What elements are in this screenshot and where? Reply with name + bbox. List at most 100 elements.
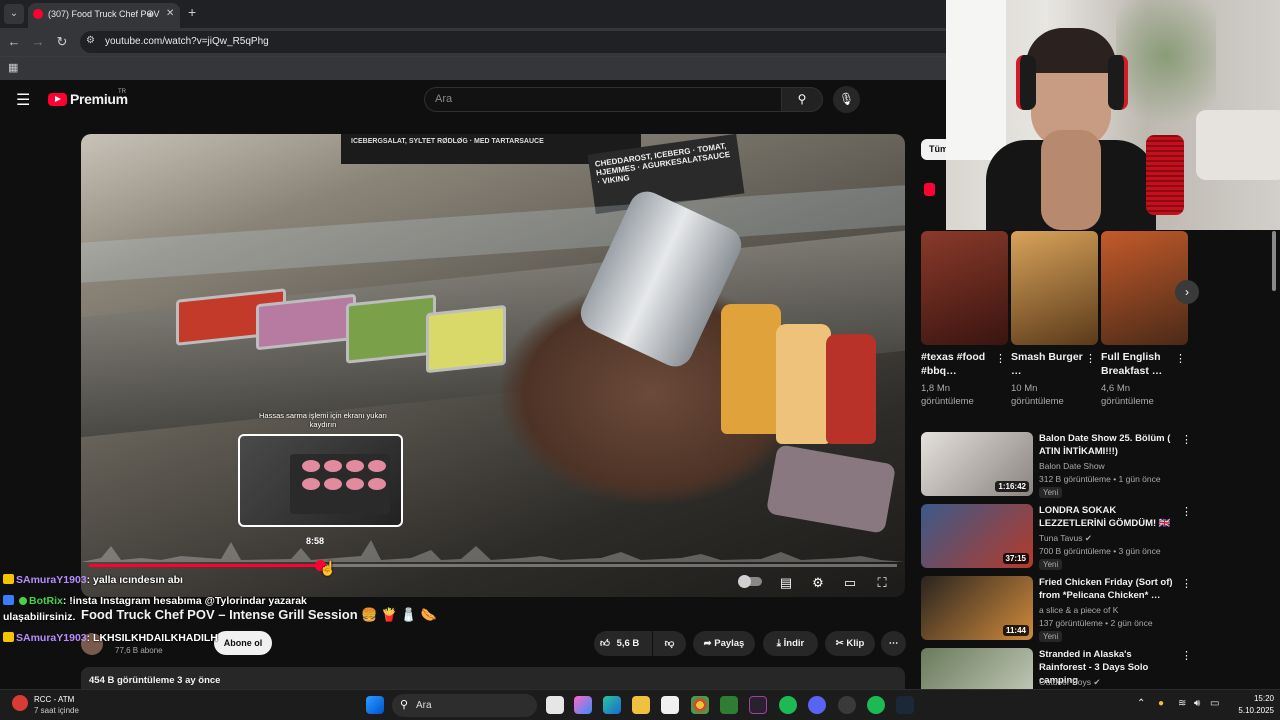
battery-icon[interactable]: ▭	[1210, 698, 1219, 709]
search-input[interactable]: Ara	[424, 87, 782, 112]
store-icon[interactable]	[661, 696, 679, 714]
site-info-icon[interactable]: ⚙	[86, 35, 95, 46]
edge-icon[interactable]	[603, 696, 621, 714]
recommended-video[interactable]: 11:44 Fried Chicken Friday (Sort of) fro…	[921, 576, 1192, 642]
share-button[interactable]: ➦ Paylaş	[693, 631, 755, 656]
chat-username: SAmuraY1903	[16, 574, 87, 586]
more-vertical-icon[interactable]: ⋮	[1175, 352, 1186, 365]
microphone-icon: 🎙︎	[838, 92, 855, 106]
short-views-unit: görüntüleme	[1011, 396, 1064, 407]
short-title[interactable]: Smash Burger …	[1011, 350, 1083, 378]
chrome-icon[interactable]	[691, 696, 709, 714]
subscribe-button[interactable]: Abone ol	[214, 631, 272, 655]
subtitles-icon[interactable]: ▤	[775, 574, 797, 592]
video-thumbnail[interactable]: 37:15	[921, 504, 1033, 568]
fullscreen-icon[interactable]: ⛶	[871, 574, 893, 592]
wifi-icon[interactable]: ≋	[1178, 698, 1186, 709]
short-views: 10 Mn görüntüleme	[1011, 382, 1064, 408]
more-horizontal-icon: ⋯	[888, 638, 899, 649]
duration-badge: 11:44	[1002, 625, 1029, 636]
search-button[interactable]: ⚲	[781, 87, 823, 112]
youtube-premium-logo[interactable]: Premium TR	[48, 89, 128, 107]
recommended-video[interactable]: 1:16:42 Balon Date Show 25. Bölüm ( ATIN…	[921, 432, 1192, 498]
duration-badge: 1:16:42	[995, 481, 1029, 492]
more-vertical-icon[interactable]: ⋮	[1181, 433, 1192, 446]
taskbar-search[interactable]: ⚲ Ara	[392, 694, 537, 717]
preview-patty	[324, 478, 342, 490]
video-title-link[interactable]: Balon Date Show 25. Bölüm ( ATIN İNTİKAM…	[1039, 432, 1181, 458]
short-thumbnail[interactable]	[921, 231, 1008, 345]
short-card[interactable]: Smash Burger … 10 Mn görüntüleme ⋮	[1011, 231, 1098, 407]
short-thumbnail[interactable]	[1011, 231, 1098, 345]
more-vertical-icon[interactable]: ⋮	[1181, 649, 1192, 662]
channel-name[interactable]: a slice & a piece of K	[1039, 605, 1118, 615]
headset-left	[1016, 55, 1036, 110]
tray-mic-icon[interactable]: ●	[1158, 698, 1164, 709]
bot-badge-icon	[3, 595, 14, 605]
chat-message-continuation: ulaşabilirsiniz.	[3, 611, 75, 623]
channel-name[interactable]: Tuna Tavus ✔	[1039, 533, 1092, 544]
clip-button[interactable]: ✂ Klip	[825, 631, 875, 656]
clock-time: 15:20	[1253, 694, 1274, 703]
voice-search-button[interactable]: 🎙︎	[833, 86, 860, 113]
more-vertical-icon[interactable]: ⋮	[1085, 352, 1096, 365]
apps-grid-icon[interactable]: ▦	[8, 61, 18, 74]
app-icon[interactable]	[749, 696, 767, 714]
channel-name[interactable]: Balon Date Show	[1039, 461, 1105, 471]
youtube-play-logo-icon	[48, 92, 67, 106]
like-button[interactable]: 👍︎ 5,6 B	[594, 631, 652, 656]
video-player[interactable]: ICEBERGSALAT, SYLTET RØDLØG · MED TARTAR…	[81, 134, 905, 597]
app-icon[interactable]	[838, 696, 856, 714]
theater-mode-icon[interactable]: ▭	[839, 574, 861, 592]
address-bar[interactable]: ⚙ youtube.com/watch?v=jiQw_R5qPhg	[80, 31, 946, 53]
steam-icon[interactable]	[896, 696, 914, 714]
progress-bar[interactable]	[89, 560, 897, 571]
short-title[interactable]: #texas #food #bbq…	[921, 350, 993, 378]
logo-country: TR	[118, 89, 126, 95]
tab-list-button[interactable]: ⌄	[4, 4, 24, 24]
hamburger-menu-icon[interactable]: ☰	[16, 90, 30, 110]
browser-tab[interactable]: (307) Food Truck Chef POV 🔊︎ ✕	[28, 3, 180, 28]
video-thumbnail[interactable]: 11:44	[921, 576, 1033, 640]
more-vertical-icon[interactable]: ⋮	[1181, 505, 1192, 518]
recommended-video[interactable]: 37:15 LONDRA SOKAK LEZZETLERİNİ GÖMDÜM! …	[921, 504, 1192, 570]
short-card[interactable]: #texas #food #bbq… 1,8 Mn görüntüleme ⋮	[921, 231, 1008, 407]
url-text: youtube.com/watch?v=jiQw_R5qPhg	[105, 36, 269, 47]
autoplay-toggle[interactable]	[738, 575, 762, 588]
file-explorer-icon[interactable]	[632, 696, 650, 714]
webcam-couch	[1196, 110, 1280, 180]
spotify-icon[interactable]	[867, 696, 885, 714]
spotify-icon[interactable]	[779, 696, 797, 714]
new-tab-button[interactable]: +	[188, 4, 196, 20]
channel-name[interactable]: Outdoor Boys ✔	[1039, 677, 1100, 688]
close-tab-icon[interactable]: ✕	[166, 3, 174, 25]
taskbar-clock[interactable]: 15:20 5.10.2025	[1228, 693, 1274, 717]
volume-icon[interactable]: 🔊︎	[1194, 698, 1200, 709]
app-icon[interactable]	[720, 696, 738, 714]
thumbs-up-icon: 👍︎	[600, 638, 610, 649]
chat-text: : !insta Instagram hesabıma @Tylorindar …	[62, 595, 307, 607]
lettuce-tray	[426, 304, 506, 374]
short-title[interactable]: Full English Breakfast …	[1101, 350, 1173, 378]
chevron-right-icon[interactable]: ›	[1175, 280, 1199, 304]
discord-icon[interactable]	[808, 696, 826, 714]
settings-gear-icon[interactable]: ⚙	[807, 574, 829, 592]
video-title-link[interactable]: LONDRA SOKAK LEZZETLERİNİ GÖMDÜM! 🇬🇧	[1039, 504, 1181, 530]
reload-button[interactable]: ↻	[53, 33, 71, 51]
dislike-button[interactable]: 👎︎	[653, 631, 686, 656]
more-vertical-icon[interactable]: ⋮	[1181, 577, 1192, 590]
task-view-icon[interactable]	[546, 696, 564, 714]
video-title-link[interactable]: Fried Chicken Friday (Sort of) from *Pel…	[1039, 576, 1181, 602]
sidebar-scrollbar[interactable]	[1272, 231, 1276, 291]
windows-start-icon[interactable]	[366, 696, 384, 714]
more-actions-button[interactable]: ⋯	[881, 631, 906, 656]
tray-overflow-icon[interactable]: ⌃	[1137, 698, 1145, 709]
video-thumbnail[interactable]: 1:16:42	[921, 432, 1033, 496]
back-button[interactable]: ←	[5, 33, 23, 51]
copilot-icon[interactable]	[574, 696, 592, 714]
speaker-icon[interactable]: 🔊︎	[148, 3, 154, 25]
download-button[interactable]: ⤓ İndir	[763, 631, 818, 656]
forward-button[interactable]: →	[29, 33, 47, 51]
most-replayed-heatmap	[81, 540, 905, 562]
more-vertical-icon[interactable]: ⋮	[995, 352, 1006, 365]
